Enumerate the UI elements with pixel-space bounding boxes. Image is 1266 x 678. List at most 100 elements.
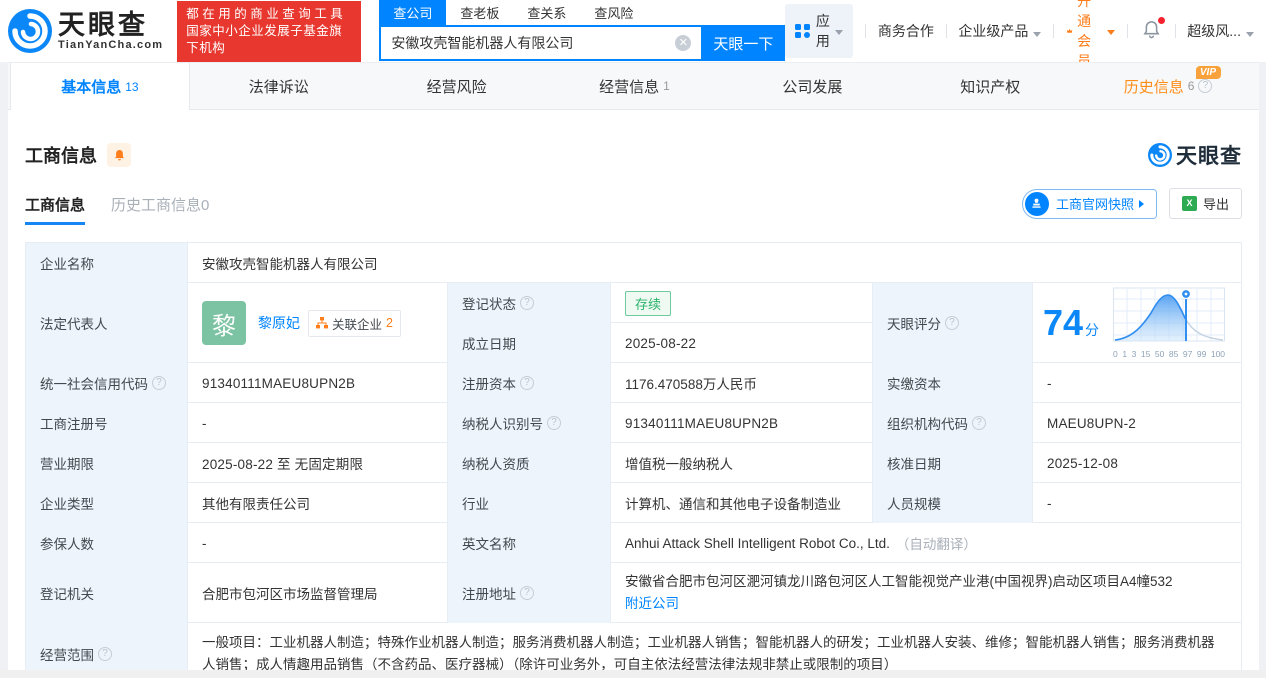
chevron-down-icon (1245, 32, 1254, 37)
help-icon[interactable]: ? (520, 376, 534, 390)
divider (945, 24, 947, 38)
open-vip-button[interactable]: 开通会员 (1066, 0, 1116, 71)
tianyan-score-cell[interactable]: 74 分 0 1 3 15 50 85 97 99 100 (1033, 283, 1241, 363)
field-label: 登记状态? (448, 283, 611, 323)
apps-grid-icon (795, 23, 810, 39)
status-badge: 存续 (625, 290, 672, 316)
field-label: 法定代表人 (26, 283, 188, 363)
watermark-swirl-icon (1148, 143, 1172, 167)
divider (1053, 24, 1054, 38)
notification-dot (1157, 17, 1165, 24)
help-icon[interactable]: ? (945, 316, 959, 330)
related-companies-badge[interactable]: 关联企业 2 (308, 309, 401, 337)
staff-size-value: - (1047, 495, 1052, 511)
field-label: 成立日期 (448, 323, 611, 363)
english-name-value: Anhui Attack Shell Intelligent Robot Co.… (611, 523, 1241, 563)
search-button[interactable]: 天眼一下 (701, 25, 786, 61)
score-axis-ticks: 0 1 3 15 50 85 97 99 100 (1113, 349, 1226, 359)
company-page: 基本信息 13 法律诉讼 经营风险 经营信息 1 公司发展 知识产权 VIP 历… (8, 62, 1259, 678)
subscribe-bell-icon[interactable] (107, 143, 131, 167)
tianyancha-logo-icon (8, 9, 52, 53)
field-label: 纳税人资质 (448, 443, 611, 483)
field-label: 注册资本? (448, 363, 611, 403)
taxpayer-id-value: 91340111MAEU8UPN2B (611, 403, 873, 443)
field-label: 英文名称 (448, 523, 611, 563)
taxpayer-quality-value: 增值税一般纳税人 (611, 443, 873, 483)
menu-super-risk[interactable]: 超级风... (1187, 21, 1254, 41)
top-header: 天眼查 TianYanCha.com 都在用的商业查询工具 国家中小企业发展子基… (0, 0, 1266, 69)
official-snapshot-button[interactable]: 工商官网快照 (1021, 188, 1157, 219)
chevron-down-icon (1107, 29, 1116, 35)
search-tab-risk[interactable]: 查风险 (580, 0, 647, 25)
search-block: 查公司 查老板 查关系 查风险 ✕ 天眼一下 (379, 0, 786, 61)
org-chart-icon (316, 317, 328, 329)
score-distribution-chart: 0 1 3 15 50 85 97 99 100 (1113, 287, 1226, 359)
reg-capital-value: 1176.470588万人民币 (611, 363, 873, 403)
tab-intellectual-property[interactable]: 知识产权 (901, 63, 1079, 109)
search-tab-company[interactable]: 查公司 (379, 0, 447, 25)
reg-status-cell: 存续 (611, 283, 873, 323)
stamp-icon (1024, 191, 1049, 216)
tab-company-development[interactable]: 公司发展 (723, 63, 901, 109)
subtab-business-info[interactable]: 工商信息 (25, 194, 86, 225)
field-label: 天眼评分? (873, 283, 1033, 363)
help-icon[interactable]: ? (98, 647, 112, 661)
apps-menu[interactable]: 应用 (785, 4, 854, 58)
business-info-table: 企业名称 安徽攻壳智能机器人有限公司 法定代表人 黎 黎原妃 关联企业 2 登记… (25, 242, 1242, 678)
top-menu: 应用 商务合作 企业级产品 开通会员 超级风... (785, 0, 1254, 71)
help-icon[interactable]: ? (152, 376, 166, 390)
search-tab-relation[interactable]: 查关系 (513, 0, 580, 25)
field-label: 登记机关 (26, 563, 188, 623)
vip-badge: VIP (1195, 66, 1222, 79)
credit-code-value: 91340111MAEU8UPN2B (188, 363, 448, 403)
tab-legal-proceedings[interactable]: 法律诉讼 (190, 63, 368, 109)
field-label: 核准日期 (873, 443, 1033, 483)
help-icon[interactable]: ? (547, 416, 561, 430)
notification-bell-icon[interactable] (1142, 17, 1165, 42)
field-label: 统一社会信用代码? (26, 363, 188, 403)
reg-number-value: - (188, 403, 448, 443)
field-label: 参保人数 (26, 523, 188, 563)
establish-date-value: 2025-08-22 (611, 323, 873, 363)
menu-cooperation[interactable]: 商务合作 (878, 21, 934, 41)
search-tabs: 查公司 查老板 查关系 查风险 (379, 0, 785, 25)
field-label: 注册地址? (448, 563, 611, 623)
help-icon[interactable]: ? (1198, 79, 1213, 93)
field-label: 企业名称 (26, 243, 188, 283)
menu-enterprise-products[interactable]: 企业级产品 (958, 21, 1042, 41)
help-icon[interactable]: ? (520, 586, 534, 600)
nearby-companies-link[interactable]: 附近公司 (625, 593, 679, 615)
search-tab-boss[interactable]: 查老板 (446, 0, 513, 25)
tab-basic-info[interactable]: 基本信息 13 (10, 63, 190, 110)
logo-text: 天眼查 (58, 10, 148, 40)
tab-operating-info[interactable]: 经营信息 1 (546, 63, 724, 109)
tab-history-info[interactable]: VIP 历史信息 6 ? (1079, 63, 1257, 109)
tab-operating-risk[interactable]: 经营风险 (368, 63, 546, 109)
field-label: 企业类型 (26, 483, 188, 523)
export-button[interactable]: X 导出 (1168, 188, 1242, 219)
help-icon[interactable]: ? (520, 296, 534, 310)
subtab-history-business-info[interactable]: 历史工商信息0 (111, 194, 209, 225)
divider (1174, 24, 1176, 38)
arrow-right-icon (1138, 199, 1144, 208)
tianyancha-logo[interactable]: 天眼查 TianYanCha.com (8, 9, 163, 53)
search-input[interactable] (379, 25, 702, 61)
reg-authority-value: 合肥市包河区市场监督管理局 (188, 563, 448, 623)
insured-count-value: - (188, 523, 448, 563)
promo-banner: 都在用的商业查询工具 国家中小企业发展子基金旗下机构 (177, 0, 362, 62)
business-term-value: 2025-08-22 至 无固定期限 (188, 443, 448, 483)
chevron-down-icon (1033, 32, 1042, 37)
company-type-value: 其他有限责任公司 (188, 483, 448, 523)
legal-rep-avatar[interactable]: 黎 (202, 301, 246, 345)
field-label: 行业 (448, 483, 611, 523)
help-icon[interactable]: ? (972, 416, 986, 430)
paid-capital-value: - (1047, 375, 1052, 391)
chevron-down-icon (835, 29, 844, 35)
score-unit: 分 (1085, 322, 1100, 338)
legal-rep-name-link[interactable]: 黎原妃 (258, 313, 300, 333)
apps-label: 应用 (815, 13, 830, 49)
promo-line1: 都在用的商业查询工具 (186, 6, 347, 21)
horizontal-scrollbar[interactable] (0, 670, 1266, 678)
promo-line2: 国家中小企业发展子基金旗下机构 (186, 23, 343, 55)
field-label: 实缴资本 (873, 363, 1033, 403)
